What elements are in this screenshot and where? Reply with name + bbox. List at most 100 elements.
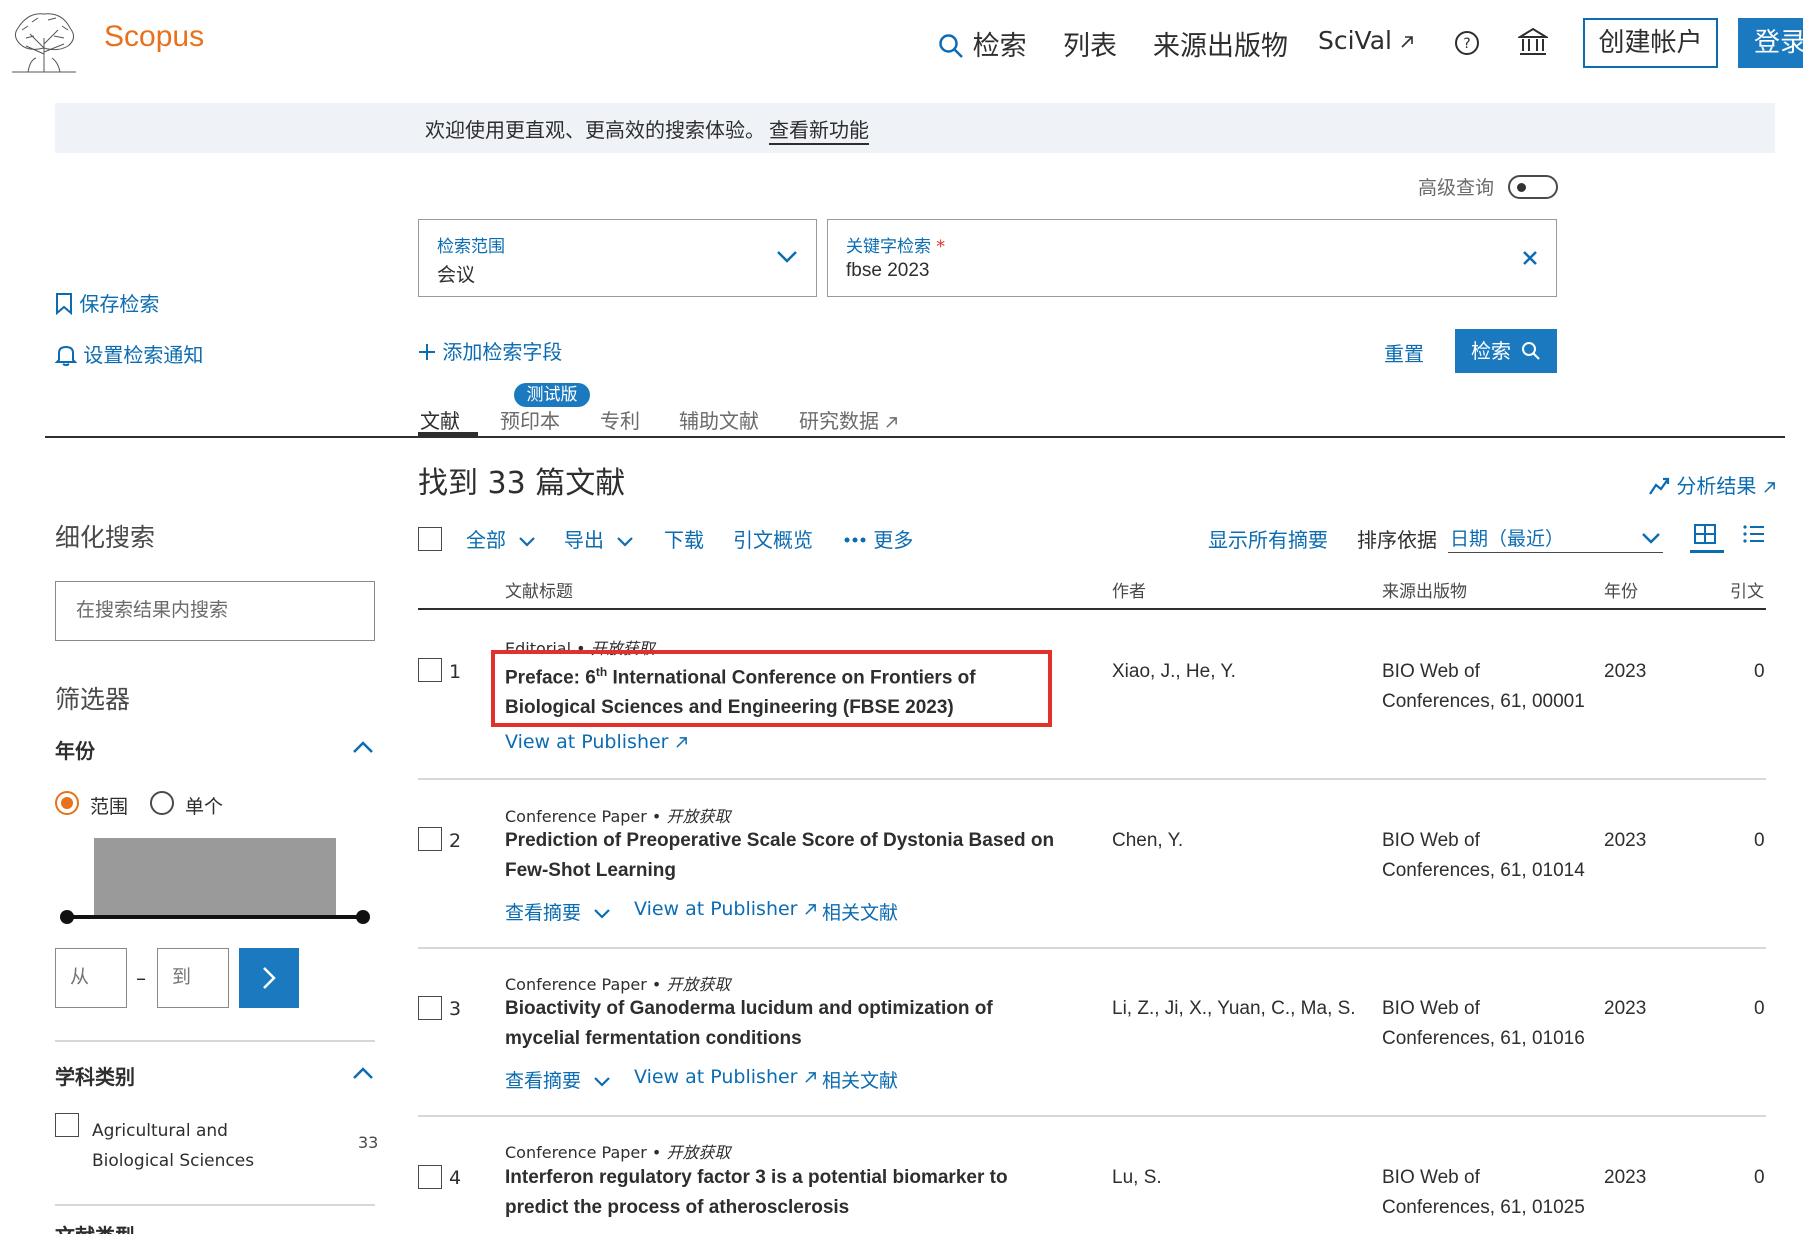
search-submit-label: 检索 bbox=[1471, 339, 1511, 363]
year-range-radio[interactable] bbox=[55, 791, 79, 815]
cited-cell[interactable]: 0 bbox=[1754, 994, 1765, 1024]
year-histogram-bar bbox=[94, 838, 336, 916]
institution-icon[interactable] bbox=[1516, 27, 1550, 61]
year-single-radio[interactable] bbox=[150, 791, 174, 815]
analyze-results-label: 分析结果 bbox=[1676, 474, 1757, 498]
row-checkbox[interactable] bbox=[418, 658, 442, 682]
add-search-field-label: 添加检索字段 bbox=[442, 340, 563, 364]
nav-search-label: 检索 bbox=[972, 31, 1027, 62]
chevron-down-icon bbox=[777, 251, 797, 263]
year-slider-min-handle[interactable] bbox=[60, 910, 74, 924]
tab-patents[interactable]: 专利 bbox=[600, 405, 640, 434]
set-alert-link[interactable]: 设置检索通知 bbox=[55, 339, 203, 368]
authors-cell[interactable]: Li, Z., Ji, X., Yuan, C., Ma, S. bbox=[1112, 994, 1356, 1024]
select-all-checkbox[interactable] bbox=[418, 527, 442, 551]
chevron-up-icon[interactable] bbox=[352, 740, 374, 754]
welcome-banner bbox=[55, 103, 1775, 153]
search-scope-select[interactable]: 检索范围 会议 bbox=[418, 219, 817, 297]
authors-cell[interactable]: Lu, S. bbox=[1112, 1163, 1162, 1193]
more-menu[interactable]: 更多 bbox=[843, 524, 913, 553]
year-filter-heading[interactable]: 年份 bbox=[55, 735, 95, 764]
chevron-up-icon[interactable] bbox=[352, 1066, 374, 1080]
external-link-icon bbox=[675, 737, 687, 748]
search-submit-button[interactable]: 检索 bbox=[1455, 329, 1557, 373]
more-dots-icon bbox=[844, 537, 866, 543]
source-cell[interactable]: BIO Web of Conferences, 61, 01025 bbox=[1382, 1163, 1592, 1223]
save-search-link[interactable]: 保存检索 bbox=[55, 288, 159, 317]
source-cell[interactable]: BIO Web of Conferences, 61, 01014 bbox=[1382, 826, 1592, 886]
tab-research-data[interactable]: 研究数据 bbox=[799, 405, 898, 434]
subject-filter-heading[interactable]: 学科类别 bbox=[55, 1061, 135, 1090]
chevron-down-icon bbox=[1642, 533, 1660, 544]
advanced-query-toggle[interactable] bbox=[1508, 175, 1558, 199]
document-title-link[interactable]: Prediction of Preoperative Scale Score o… bbox=[505, 826, 1055, 886]
plus-icon bbox=[419, 344, 435, 360]
download-button[interactable]: 下载 bbox=[664, 524, 704, 553]
chevron-down-icon bbox=[617, 536, 634, 547]
nav-lists[interactable]: 列表 bbox=[1063, 24, 1117, 63]
search-icon bbox=[1522, 342, 1541, 360]
year-slider-max-handle[interactable] bbox=[356, 910, 370, 924]
doc-type-label: Conference Paper • 开放获取 bbox=[505, 975, 731, 994]
highlight-box bbox=[491, 650, 1052, 727]
related-documents-link[interactable]: 相关文献 bbox=[822, 898, 898, 925]
reset-button[interactable]: 重置 bbox=[1384, 338, 1424, 367]
document-title-link[interactable]: Bioactivity of Ganoderma lucidum and opt… bbox=[505, 994, 1055, 1054]
table-view-icon[interactable] bbox=[1693, 523, 1717, 545]
filters-title: 筛选器 bbox=[55, 685, 131, 714]
cited-cell[interactable]: 0 bbox=[1754, 1163, 1765, 1193]
view-abstract-toggle[interactable]: 查看摘要 bbox=[505, 898, 611, 925]
tab-secondary-documents[interactable]: 辅助文献 bbox=[679, 405, 759, 434]
column-header-cited[interactable]: 引文 bbox=[1730, 577, 1764, 602]
search-icon bbox=[939, 33, 963, 58]
row-number: 4 bbox=[449, 1167, 462, 1189]
source-cell[interactable]: BIO Web of Conferences, 61, 00001 bbox=[1382, 657, 1592, 717]
document-title-link[interactable]: Interferon regulatory factor 3 is a pote… bbox=[505, 1163, 1055, 1223]
doc-type-filter-heading[interactable]: 文献类型 bbox=[55, 1220, 135, 1234]
row-number: 2 bbox=[449, 830, 462, 852]
nav-search[interactable]: 检索 bbox=[938, 24, 1027, 63]
year-slider-track[interactable] bbox=[66, 915, 362, 919]
clear-icon[interactable] bbox=[1522, 250, 1538, 266]
related-documents-link[interactable]: 相关文献 bbox=[822, 1066, 898, 1093]
scopus-brand[interactable]: Scopus bbox=[104, 20, 204, 54]
create-account-button[interactable]: 创建帐户 bbox=[1583, 18, 1718, 68]
row-divider bbox=[418, 1115, 1766, 1117]
year-to-input[interactable] bbox=[157, 948, 229, 1008]
row-checkbox[interactable] bbox=[418, 996, 442, 1020]
list-view-icon[interactable] bbox=[1742, 523, 1766, 545]
source-cell[interactable]: BIO Web of Conferences, 61, 01016 bbox=[1382, 994, 1592, 1054]
view-at-publisher-link[interactable]: View at Publisher bbox=[505, 731, 688, 753]
banner-new-features-link[interactable]: 查看新功能 bbox=[769, 114, 869, 145]
column-header-year[interactable]: 年份 bbox=[1604, 577, 1638, 602]
view-at-publisher-link[interactable]: View at Publisher bbox=[634, 898, 817, 920]
row-number: 1 bbox=[449, 661, 462, 683]
row-checkbox[interactable] bbox=[418, 1165, 442, 1189]
select-all-dropdown[interactable]: 全部 bbox=[466, 524, 536, 553]
add-search-field-button[interactable]: 添加检索字段 bbox=[418, 336, 562, 365]
nav-scival[interactable]: SciVal bbox=[1318, 26, 1414, 55]
nav-sources[interactable]: 来源出版物 bbox=[1153, 24, 1288, 63]
year-from-input[interactable] bbox=[55, 948, 127, 1008]
view-at-publisher-link[interactable]: View at Publisher bbox=[634, 1066, 817, 1088]
show-all-abstracts-button[interactable]: 显示所有摘要 bbox=[1208, 524, 1328, 553]
cited-cell[interactable]: 0 bbox=[1754, 657, 1765, 687]
analyze-results-link[interactable]: 分析结果 bbox=[1648, 470, 1776, 499]
keyword-search-field[interactable]: 关键字检索 * fbse 2023 bbox=[827, 219, 1557, 297]
row-checkbox[interactable] bbox=[418, 827, 442, 851]
keyword-search-value[interactable]: fbse 2023 bbox=[846, 260, 929, 282]
login-button[interactable]: 登录 bbox=[1738, 18, 1803, 68]
search-within-results-input[interactable] bbox=[55, 581, 375, 641]
tab-preprints[interactable]: 预印本 bbox=[500, 405, 560, 434]
elsevier-logo bbox=[8, 8, 80, 74]
tab-documents[interactable]: 文献 bbox=[420, 405, 460, 434]
authors-cell[interactable]: Xiao, J., He, Y. bbox=[1112, 657, 1236, 687]
citation-overview-button[interactable]: 引文概览 bbox=[733, 524, 813, 553]
view-abstract-toggle[interactable]: 查看摘要 bbox=[505, 1066, 611, 1093]
year-apply-button[interactable] bbox=[239, 948, 299, 1008]
subject-checkbox[interactable] bbox=[55, 1113, 79, 1137]
authors-cell[interactable]: Chen, Y. bbox=[1112, 826, 1183, 856]
export-dropdown[interactable]: 导出 bbox=[564, 524, 634, 553]
cited-cell[interactable]: 0 bbox=[1754, 826, 1765, 856]
help-icon[interactable]: ? bbox=[1454, 30, 1480, 60]
